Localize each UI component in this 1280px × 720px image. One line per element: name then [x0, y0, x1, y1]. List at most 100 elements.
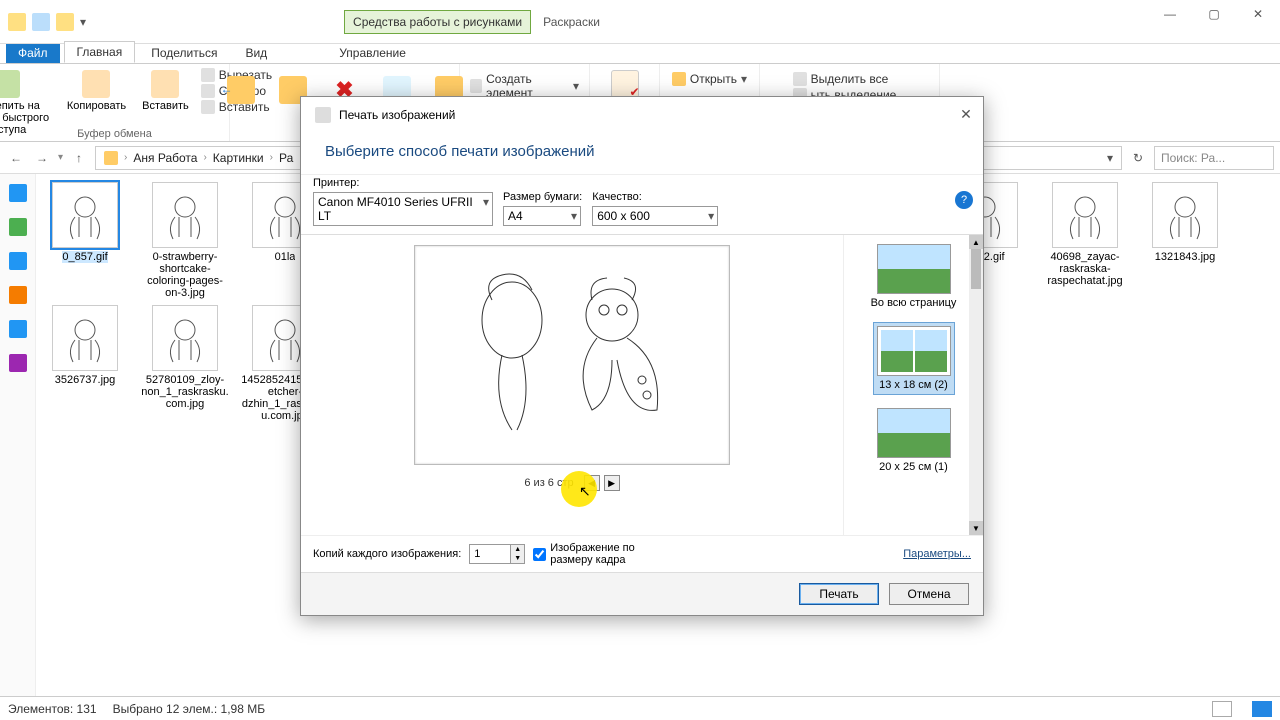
crumb-0[interactable]: Аня Работа — [129, 151, 201, 165]
spin-down-icon[interactable]: ▼ — [511, 554, 524, 563]
file-thumbnail — [152, 182, 218, 248]
print-dialog: Печать изображений ✕ Выберите способ печ… — [300, 96, 984, 616]
quality-label: Качество: — [592, 191, 718, 203]
preview-area: 6 из 6 стр ◀ ▶ ↖ — [301, 235, 843, 535]
dialog-title-bar: Печать изображений ✕ — [301, 97, 983, 133]
layout-option[interactable]: 13 x 18 см (2) — [873, 322, 955, 395]
thispc-icon[interactable] — [9, 354, 27, 372]
history-dropdown-icon[interactable]: ▾ — [58, 152, 63, 163]
dialog-close-button[interactable]: ✕ — [957, 105, 975, 123]
tab-manage[interactable]: Управление — [327, 43, 418, 63]
up-button[interactable]: ↑ — [69, 151, 89, 165]
printer-icon — [315, 107, 331, 123]
file-item[interactable]: 1321843.jpg — [1140, 182, 1230, 299]
maximize-button[interactable]: ▢ — [1192, 0, 1236, 28]
copies-label: Копий каждого изображения: — [313, 548, 461, 560]
select-all-icon — [793, 72, 807, 86]
spin-up-icon[interactable]: ▲ — [511, 545, 524, 554]
crumb-1[interactable]: Картинки — [209, 151, 268, 165]
fit-label: Изображение по размеру кадра — [550, 542, 670, 566]
file-item[interactable]: 0_857.gif — [40, 182, 130, 299]
paper-select[interactable]: A4 — [503, 206, 581, 226]
back-button[interactable]: ← — [6, 151, 26, 165]
titlebar: ▾ Средства работы с рисунками Раскраски … — [0, 0, 1280, 44]
file-label: 01la — [275, 251, 296, 263]
printer-select[interactable]: Canon MF4010 Series UFRII LT — [313, 192, 493, 226]
folder-icon — [104, 151, 118, 165]
minimize-button[interactable]: — — [1148, 0, 1192, 28]
file-thumbnail — [152, 305, 218, 371]
open-icon — [672, 72, 686, 86]
close-button[interactable]: ✕ — [1236, 0, 1280, 28]
dialog-settings-row: Принтер: Canon MF4010 Series UFRII LT Ра… — [301, 174, 983, 235]
tab-home[interactable]: Главная — [64, 41, 136, 63]
status-count: Элементов: 131 — [8, 702, 97, 716]
cancel-button[interactable]: Отмена — [889, 583, 969, 605]
file-label: 3526737.jpg — [55, 374, 116, 386]
downloads-icon[interactable] — [9, 252, 27, 270]
dialog-subtitle: Выберите способ печати изображений — [301, 133, 983, 174]
paper-label: Размер бумаги: — [503, 191, 582, 203]
file-item[interactable]: 0-strawberry-shortcake-coloring-pages-on… — [140, 182, 230, 299]
quickaccess-icon[interactable] — [9, 184, 27, 202]
fit-checkbox-input[interactable] — [533, 548, 546, 561]
clipboard-group-label: Буфер обмена — [0, 128, 229, 140]
file-label: 52780109_zloy-non_1_raskrasku.com.jpg — [140, 374, 230, 410]
cursor-icon: ↖ — [579, 483, 591, 500]
ribbon-tabs: Файл Главная Поделиться Вид Управление — [0, 44, 1280, 64]
file-thumbnail — [1152, 182, 1218, 248]
scroll-up-icon[interactable]: ▲ — [969, 235, 983, 249]
scroll-down-icon[interactable]: ▼ — [969, 521, 983, 535]
tab-share[interactable]: Поделиться — [139, 43, 229, 63]
layout-label: Во всю страницу — [871, 297, 957, 309]
file-label: 40698_zayac-raskraska-raspechatat.jpg — [1040, 251, 1130, 287]
icons-view-button[interactable] — [1252, 701, 1272, 717]
details-view-button[interactable] — [1212, 701, 1232, 717]
scroll-thumb[interactable] — [971, 249, 981, 289]
tab-view[interactable]: Вид — [233, 43, 279, 63]
layout-list[interactable]: Во всю страницу 13 x 18 см (2) 20 x 25 см … — [843, 235, 983, 535]
layout-scrollbar[interactable]: ▲ ▼ — [969, 235, 983, 535]
file-item[interactable]: 3526737.jpg — [40, 305, 130, 422]
crumb-2[interactable]: Ра — [275, 151, 297, 165]
layout-option[interactable]: 20 x 25 см (1) — [874, 405, 954, 476]
select-all-button[interactable]: Выделить все — [793, 72, 889, 86]
pager-next-button[interactable]: ▶ — [604, 475, 620, 491]
sidebar — [0, 174, 36, 696]
copies-input[interactable] — [470, 545, 510, 563]
help-icon[interactable]: ? — [955, 191, 973, 209]
print-button[interactable]: Печать — [799, 583, 879, 605]
file-item[interactable]: 40698_zayac-raskraska-raspechatat.jpg — [1040, 182, 1130, 299]
file-label: 1321843.jpg — [1155, 251, 1216, 263]
fit-checkbox[interactable]: Изображение по размеру кадра — [533, 542, 670, 566]
copies-spinbox[interactable]: ▲▼ — [469, 544, 525, 564]
window-title: Раскраски — [543, 15, 600, 29]
dialog-title: Печать изображений — [339, 108, 455, 122]
status-selected: Выбрано 12 элем.: 1,98 МБ — [113, 702, 266, 716]
forward-button[interactable]: → — [32, 151, 52, 165]
cut-icon — [201, 68, 215, 82]
quality-select[interactable]: 600 x 600 — [592, 206, 718, 226]
qat-icon[interactable] — [56, 13, 74, 31]
file-label: 0_857.gif — [62, 251, 107, 263]
open-button[interactable]: Открыть▾ — [672, 72, 747, 86]
qat-icon[interactable] — [32, 13, 50, 31]
desktop-icon[interactable] — [9, 218, 27, 236]
file-thumbnail — [52, 182, 118, 248]
file-thumbnail — [52, 305, 118, 371]
dialog-body: 6 из 6 стр ◀ ▶ ↖ Во всю страницу 13 x 18 … — [301, 235, 983, 535]
picture-tools-tab[interactable]: Средства работы с рисунками — [344, 10, 531, 34]
layout-option[interactable]: Во всю страницу — [868, 241, 960, 312]
moveto-button[interactable]: ← — [223, 74, 259, 106]
file-thumbnail — [1052, 182, 1118, 248]
pictures-icon[interactable] — [9, 320, 27, 338]
refresh-button[interactable]: ↻ — [1128, 151, 1148, 165]
statusbar: Элементов: 131 Выбрано 12 элем.: 1,98 МБ — [0, 696, 1280, 720]
file-item[interactable]: 52780109_zloy-non_1_raskrasku.com.jpg — [140, 305, 230, 422]
params-link[interactable]: Параметры... — [903, 548, 971, 560]
folder-icon[interactable] — [8, 13, 26, 31]
documents-icon[interactable] — [9, 286, 27, 304]
search-input[interactable]: Поиск: Ра... — [1154, 146, 1274, 170]
tab-file[interactable]: Файл — [6, 43, 60, 63]
qat-dropdown-icon[interactable]: ▾ — [80, 15, 86, 29]
